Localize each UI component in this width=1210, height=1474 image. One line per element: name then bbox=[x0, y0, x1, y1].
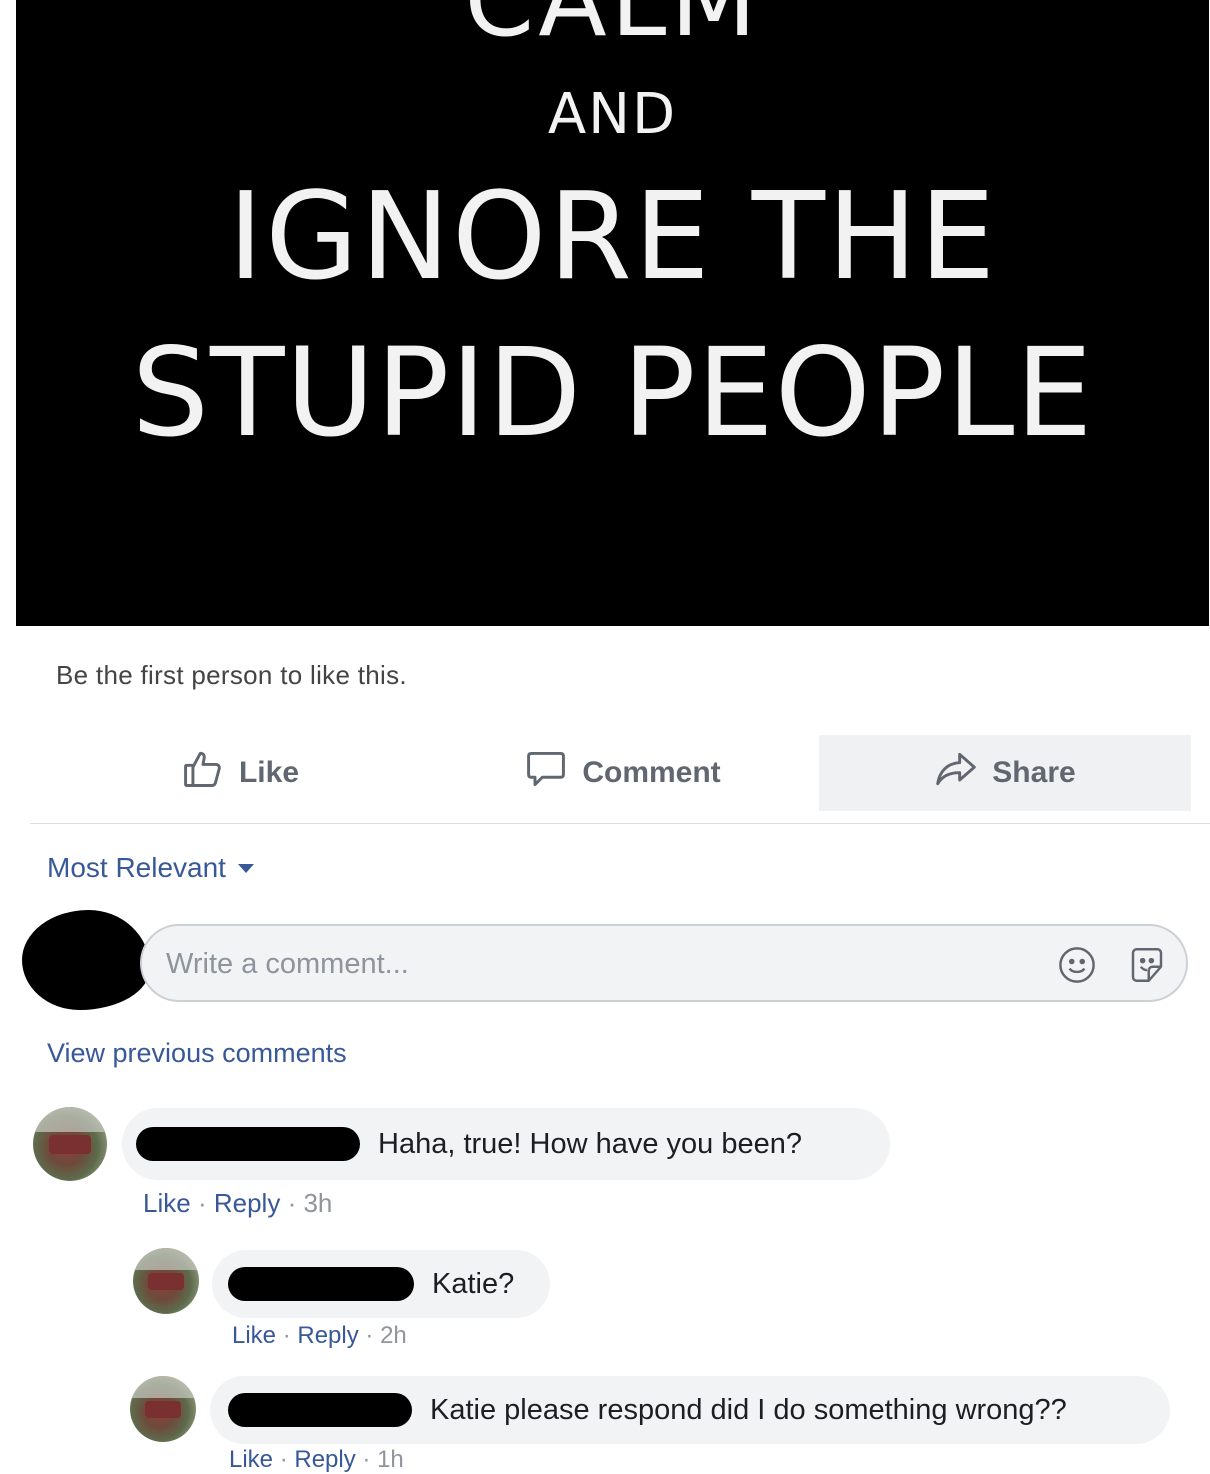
comment-text: Katie please respond did I do something … bbox=[430, 1393, 1067, 1426]
like-button[interactable]: Like bbox=[50, 735, 430, 811]
caret-down-icon bbox=[237, 863, 254, 873]
comment-bubble: Haha, true! How have you been? bbox=[122, 1108, 890, 1180]
comment-meta: Like · Reply · 3h bbox=[143, 1188, 332, 1219]
redacted-name bbox=[228, 1393, 412, 1427]
comment-meta: Like · Reply · 2h bbox=[232, 1322, 407, 1350]
meta-separator: · bbox=[279, 1446, 288, 1473]
speech-bubble-icon bbox=[524, 747, 582, 799]
comment-timestamp: 1h bbox=[377, 1446, 404, 1473]
comment-text: Katie? bbox=[432, 1267, 515, 1300]
commenter-avatar[interactable] bbox=[130, 1376, 196, 1442]
comment-composer[interactable] bbox=[140, 924, 1188, 1002]
likes-summary: Be the first person to like this. bbox=[56, 660, 407, 690]
poster-line-ignore: IGNORE THE bbox=[227, 168, 998, 307]
meta-separator: · bbox=[287, 1188, 297, 1218]
meta-separator: · bbox=[362, 1446, 371, 1473]
post-action-bar: Like Comment Share bbox=[30, 735, 1210, 824]
commenter-avatar[interactable] bbox=[33, 1107, 107, 1181]
comment-sort-label: Most Relevant bbox=[47, 852, 226, 883]
view-previous-comments-link[interactable]: View previous comments bbox=[47, 1038, 347, 1069]
meta-separator: · bbox=[365, 1322, 374, 1349]
comment-text: Haha, true! How have you been? bbox=[378, 1127, 802, 1160]
sticker-icon[interactable] bbox=[1126, 944, 1168, 991]
comment-timestamp: 2h bbox=[380, 1322, 407, 1349]
comment-sort-dropdown[interactable]: Most Relevant bbox=[47, 852, 254, 884]
comment-timestamp: 3h bbox=[303, 1188, 333, 1218]
comment-meta: Like · Reply · 1h bbox=[229, 1446, 404, 1474]
comment-reply-link[interactable]: Reply bbox=[214, 1188, 280, 1218]
poster-line-stupid: STUPID PEOPLE bbox=[131, 322, 1094, 464]
meta-separator: · bbox=[282, 1322, 291, 1349]
redacted-name bbox=[136, 1127, 360, 1161]
comment-like-link[interactable]: Like bbox=[143, 1188, 191, 1218]
reply-bubble: Katie please respond did I do something … bbox=[210, 1376, 1170, 1444]
meta-separator: · bbox=[197, 1188, 207, 1218]
thumbs-up-icon bbox=[181, 747, 239, 799]
comment-like-link[interactable]: Like bbox=[229, 1446, 273, 1473]
commenter-avatar[interactable] bbox=[133, 1248, 199, 1314]
post-image[interactable]: CALM AND IGNORE THE STUPID PEOPLE bbox=[16, 0, 1209, 626]
share-button[interactable]: Share bbox=[819, 735, 1191, 811]
share-arrow-icon bbox=[934, 747, 992, 799]
reply-bubble: Katie? bbox=[212, 1250, 550, 1318]
current-user-avatar bbox=[22, 910, 150, 1010]
comment-reply-link[interactable]: Reply bbox=[297, 1322, 358, 1349]
like-button-label: Like bbox=[238, 756, 300, 789]
comment-input[interactable] bbox=[164, 940, 1028, 988]
comment-like-link[interactable]: Like bbox=[232, 1322, 276, 1349]
smiley-icon[interactable] bbox=[1056, 944, 1098, 991]
redacted-name bbox=[228, 1267, 414, 1301]
comment-button-label: Comment bbox=[582, 756, 721, 789]
poster-line-calm: CALM bbox=[464, 0, 761, 59]
share-button-label: Share bbox=[992, 756, 1076, 789]
comment-button[interactable]: Comment bbox=[430, 735, 815, 811]
poster-line-and: AND bbox=[547, 82, 678, 147]
comment-reply-link[interactable]: Reply bbox=[294, 1446, 355, 1473]
